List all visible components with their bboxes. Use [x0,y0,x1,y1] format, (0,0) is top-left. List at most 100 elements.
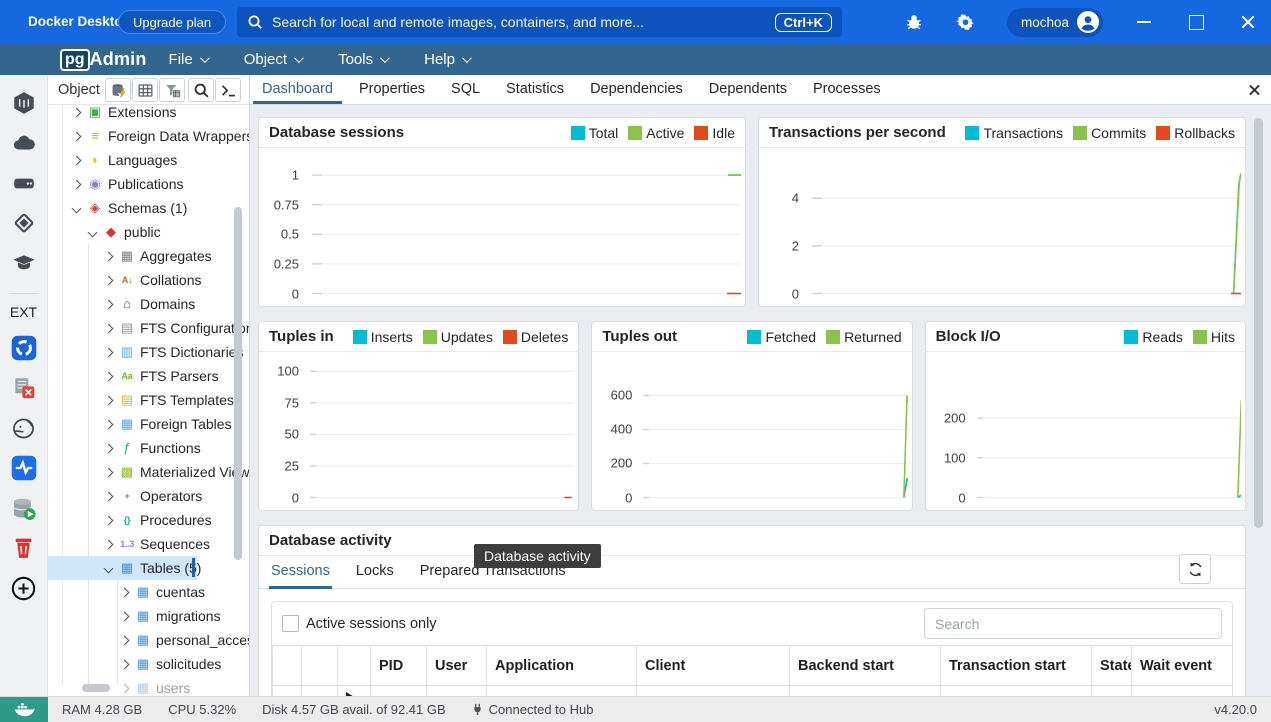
chevron-right-icon[interactable] [100,344,116,360]
package-icon[interactable] [8,207,40,239]
tree-item-collations[interactable]: A↓Collations [48,268,249,292]
column-header-pid[interactable]: PID [371,646,427,686]
elephant-extension-icon[interactable] [8,412,40,444]
dashboard-vertical-scrollbar[interactable] [1254,118,1263,528]
chevron-down-icon[interactable] [84,224,100,240]
upgrade-plan-button[interactable]: Upgrade plan [118,10,226,34]
tree-item-operators[interactable]: +Operators [48,484,249,508]
tab-processes[interactable]: Processes [804,75,890,104]
tree-item-procedures[interactable]: {}Procedures [48,508,249,532]
tree-item-extensions[interactable]: ▣Extensions [48,105,249,124]
tree-item-foreign-tables[interactable]: ▦Foreign Tables [48,412,249,436]
docker-whale-icon[interactable] [0,697,48,722]
tab-statistics[interactable]: Statistics [497,75,573,104]
sessions-search-input[interactable] [924,608,1222,639]
chevron-right-icon[interactable] [68,128,84,144]
menu-help[interactable]: Help [424,51,469,68]
chevron-right-icon[interactable] [100,320,116,336]
chevron-right-icon[interactable] [100,512,116,528]
view-data-grid-button[interactable] [132,78,158,102]
chevron-right-icon[interactable] [100,272,116,288]
chevron-right-icon[interactable] [68,152,84,168]
chevron-right-icon[interactable] [68,176,84,192]
query-tool-button[interactable] [105,78,131,102]
terminate-session-cell[interactable] [302,686,338,697]
bug-report-icon[interactable] [903,11,925,33]
spreadsheet-extension-icon[interactable] [8,372,40,404]
tree-item-tables-5[interactable]: ▦Tables (5) [48,556,249,580]
column-header-application[interactable]: Application [487,646,637,686]
chevron-right-icon[interactable] [116,632,132,648]
search-objects-button[interactable] [188,78,214,102]
maximize-button[interactable] [1185,11,1207,33]
column-header-client[interactable]: Client [637,646,790,686]
user-account-button[interactable]: mochoa [1007,8,1103,37]
minimize-button[interactable] [1133,11,1155,33]
tree-item-foreign-data-wrappers[interactable]: ≡Foreign Data Wrappers [48,124,249,148]
activity-tab-locks[interactable]: Locks [354,556,396,588]
chevron-right-icon[interactable] [68,105,84,120]
tree-item-materialized-views[interactable]: ▩Materialized Views [48,460,249,484]
chevron-right-icon[interactable] [100,464,116,480]
tab-dependencies[interactable]: Dependencies [581,75,692,104]
chevron-right-icon[interactable] [100,536,116,552]
column-header-icon[interactable] [302,646,338,686]
chevron-right-icon[interactable] [100,440,116,456]
tab-dependents[interactable]: Dependents [700,75,796,104]
tree-item-publications[interactable]: ◉Publications [48,172,249,196]
gear-icon[interactable] [955,11,977,33]
column-header-icon[interactable] [338,646,371,686]
chevron-right-icon[interactable] [100,368,116,384]
tree-item-public[interactable]: ◆public [48,220,249,244]
tree-vertical-scrollbar[interactable] [234,207,242,560]
tree-item-solicitudes[interactable]: ▦solicitudes [48,652,249,676]
close-button[interactable] [1237,11,1259,33]
tree-item-users[interactable]: ▦users [48,676,249,696]
chevron-right-icon[interactable] [100,488,116,504]
tree-item-functions[interactable]: ƒFunctions [48,436,249,460]
filter-icon[interactable] [159,78,185,102]
tree-item-personal-acces[interactable]: ▦personal_acces [48,628,249,652]
tree-item-migrations[interactable]: ▦migrations [48,604,249,628]
global-search-input[interactable]: Search for local and remote images, cont… [237,7,842,37]
chevron-right-icon[interactable] [100,248,116,264]
sync-extension-icon[interactable] [8,332,40,364]
close-panel-icon[interactable] [1248,83,1261,96]
pgadmin-logo[interactable]: pg Admin [60,49,147,71]
chevron-right-icon[interactable] [116,584,132,600]
menu-file[interactable]: File [169,51,207,68]
tree-item-languages[interactable]: ◗Languages [48,148,249,172]
chevron-right-icon[interactable] [116,656,132,672]
graduation-cap-icon[interactable] [8,247,40,279]
tree-item-fts-dictionaries[interactable]: ▥FTS Dictionaries [48,340,249,364]
tab-dashboard[interactable]: Dashboard [253,75,342,104]
column-header-state[interactable]: State [1092,646,1132,686]
tree-item-cuentas[interactable]: ▦cuentas [48,580,249,604]
column-header-backend-start[interactable]: Backend start [790,646,941,686]
psql-terminal-button[interactable] [215,78,241,102]
chevron-right-icon[interactable] [116,680,132,696]
cancel-session-cell[interactable]: ✕ [273,686,302,697]
add-extension-button[interactable] [8,572,40,604]
chevron-right-icon[interactable] [116,608,132,624]
refresh-button[interactable] [1179,554,1211,584]
column-header-icon[interactable] [273,646,302,686]
chevron-right-icon[interactable] [100,416,116,432]
tree-item-schemas-1[interactable]: ◈Schemas (1) [48,196,249,220]
chevron-down-icon[interactable] [100,560,116,576]
chevron-right-icon[interactable] [100,392,116,408]
column-header-user[interactable]: User [427,646,487,686]
tree-item-fts-parsers[interactable]: AaFTS Parsers [48,364,249,388]
tree-item-aggregates[interactable]: ▦Aggregates [48,244,249,268]
tab-properties[interactable]: Properties [350,75,434,104]
session-details-cell[interactable] [338,686,371,697]
tree-horizontal-scrollbar[interactable] [82,684,110,692]
tree-item-domains[interactable]: ⌂Domains [48,292,249,316]
chevron-down-icon[interactable] [68,200,84,216]
active-sessions-checkbox[interactable] [282,615,299,632]
cube-icon[interactable] [8,87,40,119]
tab-sql[interactable]: SQL [442,75,489,104]
bucket-extension-icon[interactable] [8,532,40,564]
menu-tools[interactable]: Tools [338,51,387,68]
chevron-right-icon[interactable] [100,296,116,312]
